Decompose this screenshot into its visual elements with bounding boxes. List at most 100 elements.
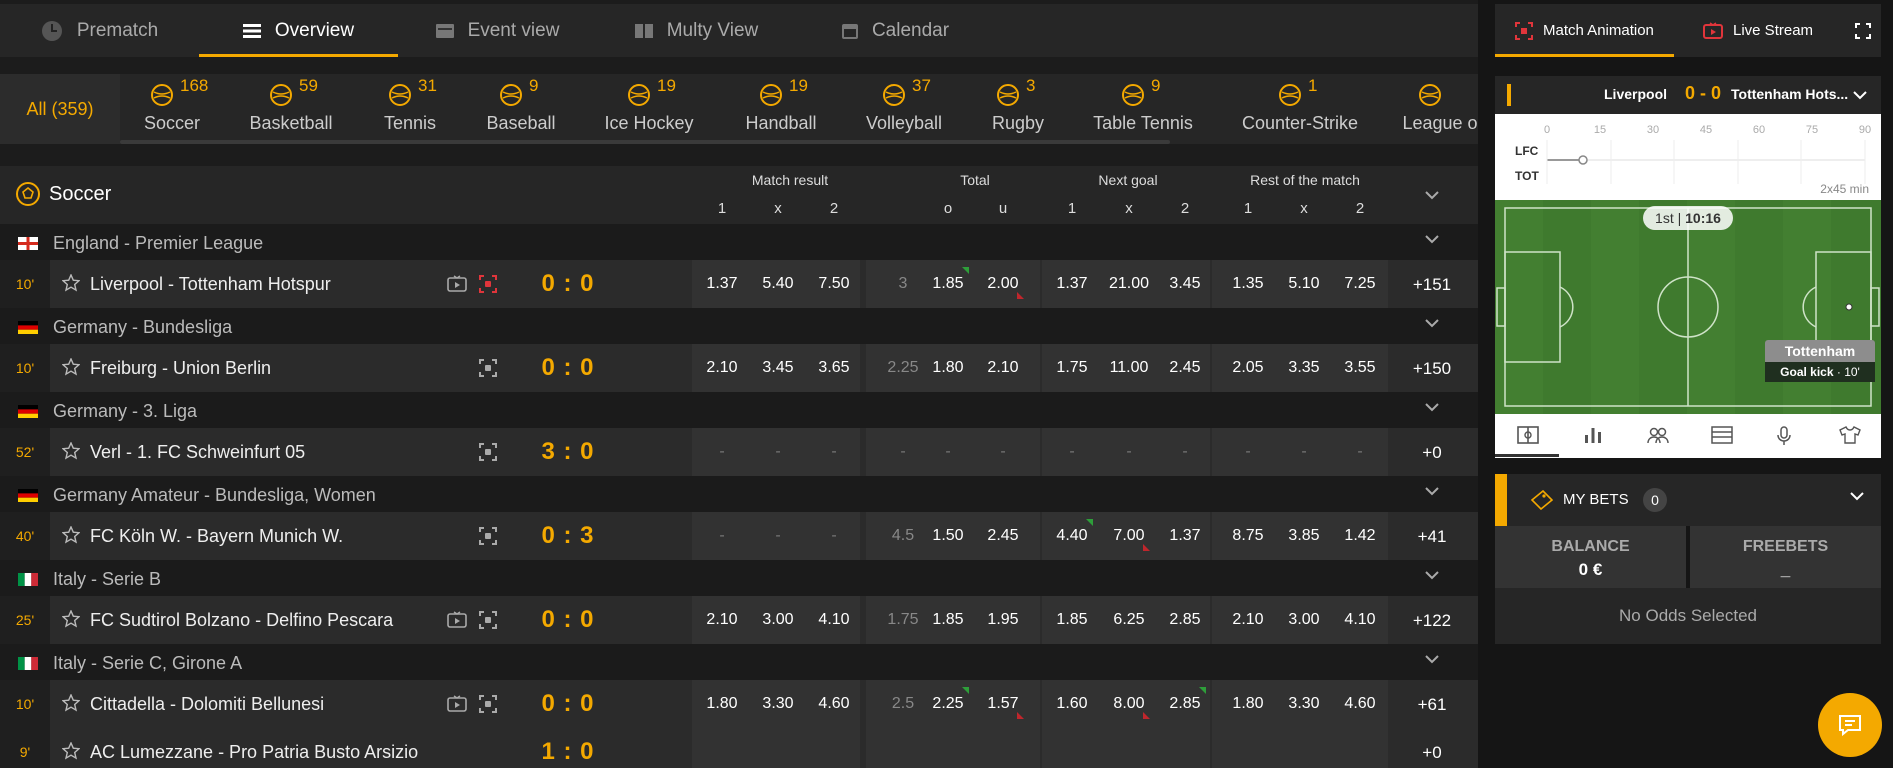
- odd-button[interactable]: 1.95: [975, 611, 1031, 629]
- odd-button[interactable]: 4.60: [1332, 695, 1388, 713]
- match-teams[interactable]: Cittadella - Dolomiti Bellunesi: [90, 694, 324, 715]
- tab-match-animation[interactable]: Match Animation: [1495, 4, 1674, 57]
- odd-button[interactable]: 3.85: [1276, 527, 1332, 545]
- odd-button[interactable]: 1.75: [1044, 359, 1100, 377]
- odd-button[interactable]: 1.57: [975, 695, 1031, 713]
- match-teams[interactable]: FC Sudtirol Bolzano - Delfino Pescara: [90, 610, 393, 631]
- league-row[interactable]: Italy - Serie B: [0, 560, 1478, 596]
- match-animation-icon[interactable]: [479, 275, 497, 293]
- odd-button[interactable]: 1.50: [920, 527, 976, 545]
- statistics-icon[interactable]: [1583, 426, 1603, 444]
- more-markets-button[interactable]: +61: [1404, 695, 1460, 715]
- odd-button[interactable]: 3.65: [806, 359, 862, 377]
- commentary-microphone-icon[interactable]: [1777, 426, 1791, 446]
- favorite-star-icon[interactable]: [62, 742, 80, 760]
- odd-button[interactable]: -: [694, 443, 750, 461]
- tab-prematch[interactable]: Prematch: [0, 4, 199, 57]
- collapse-all-chevron-icon[interactable]: [1424, 190, 1440, 200]
- sport-filter-table-tennis[interactable]: 9 Table Tennis: [1068, 74, 1218, 144]
- odd-button[interactable]: 1.80: [694, 695, 750, 713]
- odd-button[interactable]: 2.10: [975, 359, 1031, 377]
- fullscreen-icon[interactable]: [1855, 23, 1871, 39]
- pitch-view-icon[interactable]: [1517, 426, 1539, 444]
- odd-button[interactable]: 2.05: [1220, 359, 1276, 377]
- favorite-star-icon[interactable]: [62, 358, 80, 376]
- match-teams[interactable]: Verl - 1. FC Schweinfurt 05: [90, 442, 305, 463]
- match-teams[interactable]: Freiburg - Union Berlin: [90, 358, 271, 379]
- tab-event-view[interactable]: Event view: [398, 4, 597, 57]
- odd-button[interactable]: 3.00: [1276, 611, 1332, 629]
- odd-button[interactable]: 2.10: [694, 611, 750, 629]
- match-row[interactable]: 52' Verl - 1. FC Schweinfurt 05 3 : 0-----…: [0, 428, 1478, 476]
- sport-filter-ice-hockey[interactable]: 19 Ice Hockey: [574, 74, 724, 144]
- odd-button[interactable]: 2.45: [1157, 359, 1213, 377]
- odd-button[interactable]: 3.45: [1157, 275, 1213, 293]
- odd-button[interactable]: 4.10: [1332, 611, 1388, 629]
- my-bets-header[interactable]: MY BETS 0: [1495, 474, 1881, 526]
- odd-button[interactable]: -: [750, 527, 806, 545]
- match-row[interactable]: 9' AC Lumezzane - Pro Patria Busto Arsizi…: [0, 728, 1478, 768]
- odd-button[interactable]: 1.37: [1044, 275, 1100, 293]
- match-row[interactable]: 40' FC Köln W. - Bayern Munich W. 0 : 3---…: [0, 512, 1478, 560]
- chevron-down-icon[interactable]: [1853, 91, 1867, 100]
- odd-button[interactable]: 8.75: [1220, 527, 1276, 545]
- odd-button[interactable]: 21.00: [1101, 275, 1157, 293]
- standings-icon[interactable]: [1711, 426, 1733, 444]
- odd-button[interactable]: 6.25: [1101, 611, 1157, 629]
- sport-filter-league-o[interactable]: League o: [1365, 74, 1478, 144]
- match-animation-icon[interactable]: [479, 695, 497, 713]
- odd-button[interactable]: -: [1101, 443, 1157, 461]
- odd-button[interactable]: 2.85: [1157, 695, 1213, 713]
- odd-button[interactable]: 2.10: [1220, 611, 1276, 629]
- league-row[interactable]: Germany Amateur - Bundesliga, Women: [0, 476, 1478, 512]
- chevron-down-icon[interactable]: [1424, 402, 1440, 412]
- odd-button[interactable]: 7.00: [1101, 527, 1157, 545]
- match-row[interactable]: 10' Cittadella - Dolomiti Bellunesi 0 : 0 1…: [0, 680, 1478, 728]
- odd-button[interactable]: -: [750, 443, 806, 461]
- odd-button[interactable]: 1.80: [1220, 695, 1276, 713]
- chevron-down-icon[interactable]: [1424, 318, 1440, 328]
- odd-button[interactable]: 3.45: [750, 359, 806, 377]
- odd-button[interactable]: 1.35: [1220, 275, 1276, 293]
- match-teams[interactable]: AC Lumezzane - Pro Patria Busto Arsizio: [90, 742, 418, 763]
- match-row[interactable]: 25' FC Sudtirol Bolzano - Delfino Pescara…: [0, 596, 1478, 644]
- odd-button[interactable]: 2.25: [920, 695, 976, 713]
- odd-button[interactable]: -: [975, 443, 1031, 461]
- more-markets-button[interactable]: +41: [1404, 527, 1460, 547]
- odd-button[interactable]: 1.80: [920, 359, 976, 377]
- chevron-down-icon[interactable]: [1424, 654, 1440, 664]
- more-markets-button[interactable]: +0: [1404, 743, 1460, 763]
- match-row[interactable]: 10' Freiburg - Union Berlin 0 : 0 2.10 3.45 3…: [0, 344, 1478, 392]
- match-animation-icon[interactable]: [479, 527, 497, 545]
- match-animation-icon[interactable]: [479, 443, 497, 461]
- odd-button[interactable]: 8.00: [1101, 695, 1157, 713]
- odd-button[interactable]: 2.45: [975, 527, 1031, 545]
- odd-button[interactable]: 2.00: [975, 275, 1031, 293]
- odd-button[interactable]: -: [806, 443, 862, 461]
- tab-overview[interactable]: Overview: [199, 4, 398, 57]
- odd-button[interactable]: 3.00: [750, 611, 806, 629]
- odd-button[interactable]: -: [1332, 443, 1388, 461]
- favorite-star-icon[interactable]: [62, 442, 80, 460]
- balance-box[interactable]: BALANCE 0 €: [1495, 526, 1686, 588]
- more-markets-button[interactable]: +151: [1404, 275, 1460, 295]
- sports-scrollbar[interactable]: [120, 140, 1170, 144]
- odd-button[interactable]: 2.10: [694, 359, 750, 377]
- freebets-box[interactable]: FREEBETS _: [1690, 526, 1881, 588]
- match-teams[interactable]: Liverpool - Tottenham Hotspur: [90, 274, 331, 295]
- chevron-down-icon[interactable]: [1424, 234, 1440, 244]
- live-stream-icon[interactable]: [447, 611, 467, 628]
- match-animation-icon[interactable]: [479, 611, 497, 629]
- chevron-down-icon[interactable]: [1424, 486, 1440, 496]
- odd-button[interactable]: 5.40: [750, 275, 806, 293]
- league-row[interactable]: Germany - Bundesliga: [0, 308, 1478, 344]
- odd-button[interactable]: 1.85: [920, 611, 976, 629]
- odd-button[interactable]: 3.55: [1332, 359, 1388, 377]
- match-teams[interactable]: FC Köln W. - Bayern Munich W.: [90, 526, 343, 547]
- more-markets-button[interactable]: +150: [1404, 359, 1460, 379]
- odd-button[interactable]: -: [1044, 443, 1100, 461]
- odd-button[interactable]: -: [806, 527, 862, 545]
- jersey-icon[interactable]: [1839, 426, 1861, 444]
- match-animation-icon[interactable]: [479, 359, 497, 377]
- tab-calendar[interactable]: Calendar: [796, 4, 995, 57]
